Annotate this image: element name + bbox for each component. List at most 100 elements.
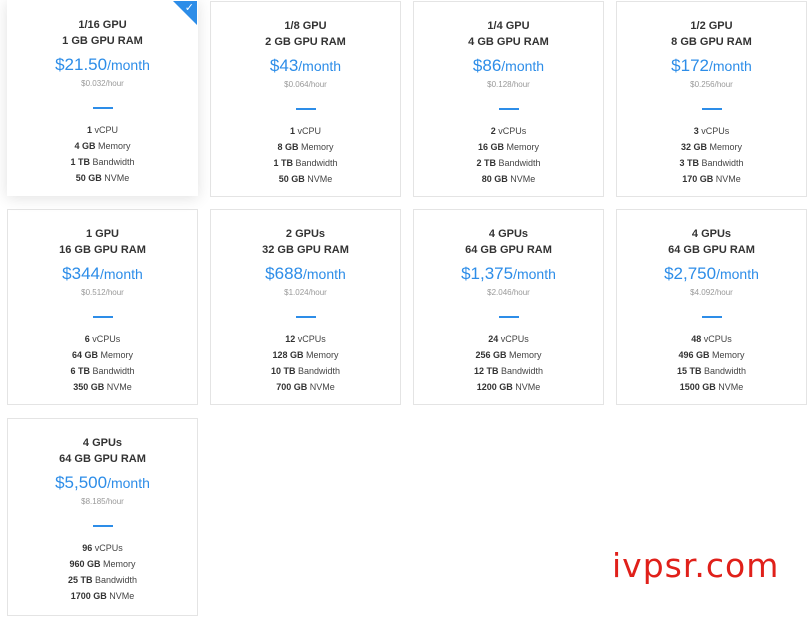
- gpu-ram: 4 GB GPU RAM: [468, 36, 549, 48]
- plan-card-1-gpu[interactable]: 1 GPU 16 GB GPU RAM $344/month $0.512/ho…: [7, 209, 198, 405]
- spec-value: 25 TB: [67, 575, 93, 585]
- spec-label: NVMe: [104, 173, 130, 183]
- gpu-fraction: 4 GPUs: [82, 437, 123, 449]
- spec-label: Bandwidth: [92, 157, 135, 167]
- spec-label: Bandwidth: [701, 158, 744, 168]
- spec-bandwidth: 1 TB Bandwidth: [211, 155, 400, 171]
- spec-bandwidth: 10 TB Bandwidth: [211, 363, 400, 379]
- spec-value: 170 GB: [682, 174, 714, 184]
- spec-label: Memory: [100, 350, 134, 360]
- price-period: /month: [513, 266, 556, 282]
- spec-value: 1: [289, 126, 295, 136]
- price-period: /month: [303, 266, 346, 282]
- spec-value: 1200 GB: [476, 382, 513, 392]
- spec-memory: 256 GB Memory: [414, 347, 603, 363]
- monthly-price: $21.50/month: [8, 54, 197, 76]
- divider: [701, 108, 722, 110]
- spec-value: 960 GB: [69, 559, 101, 569]
- plan-card-1-2-gpu[interactable]: 1/2 GPU 8 GB GPU RAM $172/month $0.256/h…: [616, 1, 807, 197]
- monthly-price: $344/month: [8, 263, 197, 285]
- spec-storage: 50 GB NVMe: [8, 170, 197, 186]
- gpu-fraction: 1/8 GPU: [284, 20, 327, 32]
- spec-value: 6 TB: [70, 366, 90, 376]
- spec-memory: 8 GB Memory: [211, 139, 400, 155]
- plan-card-4-gpus-c[interactable]: 4 GPUs 64 GB GPU RAM $5,500/month $8.185…: [7, 418, 198, 616]
- spec-label: vCPUs: [701, 126, 730, 136]
- divider: [498, 316, 519, 318]
- gpu-fraction: 1/2 GPU: [690, 20, 733, 32]
- gpu-fraction: 1/16 GPU: [78, 19, 127, 31]
- gpu-fraction: 4 GPUs: [488, 228, 529, 240]
- checkmark-icon: ✓: [184, 1, 194, 14]
- hourly-price: $0.064/hour: [284, 80, 327, 89]
- spec-label: vCPUs: [94, 543, 123, 553]
- spec-label: NVMe: [106, 382, 132, 392]
- spec-value: 32 GB: [680, 142, 707, 152]
- spec-bandwidth: 25 TB Bandwidth: [8, 572, 197, 588]
- spec-memory: 64 GB Memory: [8, 347, 197, 363]
- divider: [92, 107, 113, 109]
- spec-vcpu: 2 vCPUs: [414, 123, 603, 139]
- spec-value: 12: [285, 334, 296, 344]
- hourly-price: $1.024/hour: [284, 288, 327, 297]
- plan-card-1-16-gpu[interactable]: ✓ 1/16 GPU 1 GB GPU RAM $21.50/month $0.…: [7, 0, 198, 196]
- gpu-ram: 64 GB GPU RAM: [59, 453, 146, 465]
- price-period: /month: [298, 58, 342, 74]
- plan-card-2-gpus[interactable]: 2 GPUs 32 GB GPU RAM $688/month $1.024/h…: [210, 209, 401, 405]
- hourly-price: $0.256/hour: [690, 80, 733, 89]
- spec-value: 64 GB: [71, 350, 98, 360]
- monthly-price: $688/month: [211, 263, 400, 285]
- spec-vcpu: 96 vCPUs: [8, 540, 197, 556]
- gpu-fraction: 1/4 GPU: [487, 20, 530, 32]
- gpu-fraction: 4 GPUs: [691, 228, 732, 240]
- spec-label: Bandwidth: [92, 366, 135, 376]
- spec-memory: 496 GB Memory: [617, 347, 806, 363]
- price-period: /month: [716, 266, 759, 282]
- watermark-logo: ivpsr.com: [612, 546, 780, 585]
- hourly-price: $0.512/hour: [81, 288, 124, 297]
- monthly-price: $43/month: [211, 55, 400, 77]
- spec-value: 2 TB: [476, 158, 496, 168]
- spec-vcpu: 24 vCPUs: [414, 331, 603, 347]
- spec-label: Memory: [709, 142, 743, 152]
- spec-storage: 170 GB NVMe: [617, 171, 806, 187]
- price-period: /month: [100, 266, 143, 282]
- spec-label: NVMe: [715, 174, 741, 184]
- price-amount: $1,375: [461, 264, 514, 283]
- spec-value: 10 TB: [270, 366, 296, 376]
- spec-vcpu: 3 vCPUs: [617, 123, 806, 139]
- spec-value: 50 GB: [75, 173, 102, 183]
- spec-value: 8 GB: [277, 142, 299, 152]
- spec-value: 1 TB: [70, 157, 90, 167]
- spec-label: Bandwidth: [704, 366, 747, 376]
- price-amount: $86: [472, 56, 502, 75]
- spec-label: Bandwidth: [295, 158, 338, 168]
- spec-value: 1: [86, 125, 92, 135]
- hourly-price: $2.046/hour: [487, 288, 530, 297]
- plan-card-1-8-gpu[interactable]: 1/8 GPU 2 GB GPU RAM $43/month $0.064/ho…: [210, 1, 401, 197]
- plan-card-1-4-gpu[interactable]: 1/4 GPU 4 GB GPU RAM $86/month $0.128/ho…: [413, 1, 604, 197]
- spec-label: Bandwidth: [501, 366, 544, 376]
- spec-value: 16 GB: [477, 142, 504, 152]
- divider: [498, 108, 519, 110]
- gpu-ram: 32 GB GPU RAM: [262, 244, 349, 256]
- spec-value: 350 GB: [73, 382, 105, 392]
- spec-label: Memory: [306, 350, 339, 360]
- monthly-price: $172/month: [617, 55, 806, 77]
- hourly-price: $0.032/hour: [81, 79, 124, 88]
- plan-card-4-gpus-a[interactable]: 4 GPUs 64 GB GPU RAM $1,375/month $2.046…: [413, 209, 604, 405]
- gpu-ram: 16 GB GPU RAM: [59, 244, 146, 256]
- spec-value: 496 GB: [678, 350, 710, 360]
- spec-label: Bandwidth: [95, 575, 138, 585]
- spec-label: NVMe: [309, 382, 335, 392]
- spec-memory: 960 GB Memory: [8, 556, 197, 572]
- plan-card-4-gpus-b[interactable]: 4 GPUs 64 GB GPU RAM $2,750/month $4.092…: [616, 209, 807, 405]
- spec-value: 3: [693, 126, 699, 136]
- spec-value: 48: [691, 334, 702, 344]
- price-amount: $172: [671, 56, 709, 75]
- spec-label: vCPU: [94, 125, 119, 135]
- spec-storage: 50 GB NVMe: [211, 171, 400, 187]
- spec-value: 80 GB: [481, 174, 508, 184]
- spec-label: NVMe: [109, 591, 135, 601]
- spec-memory: 32 GB Memory: [617, 139, 806, 155]
